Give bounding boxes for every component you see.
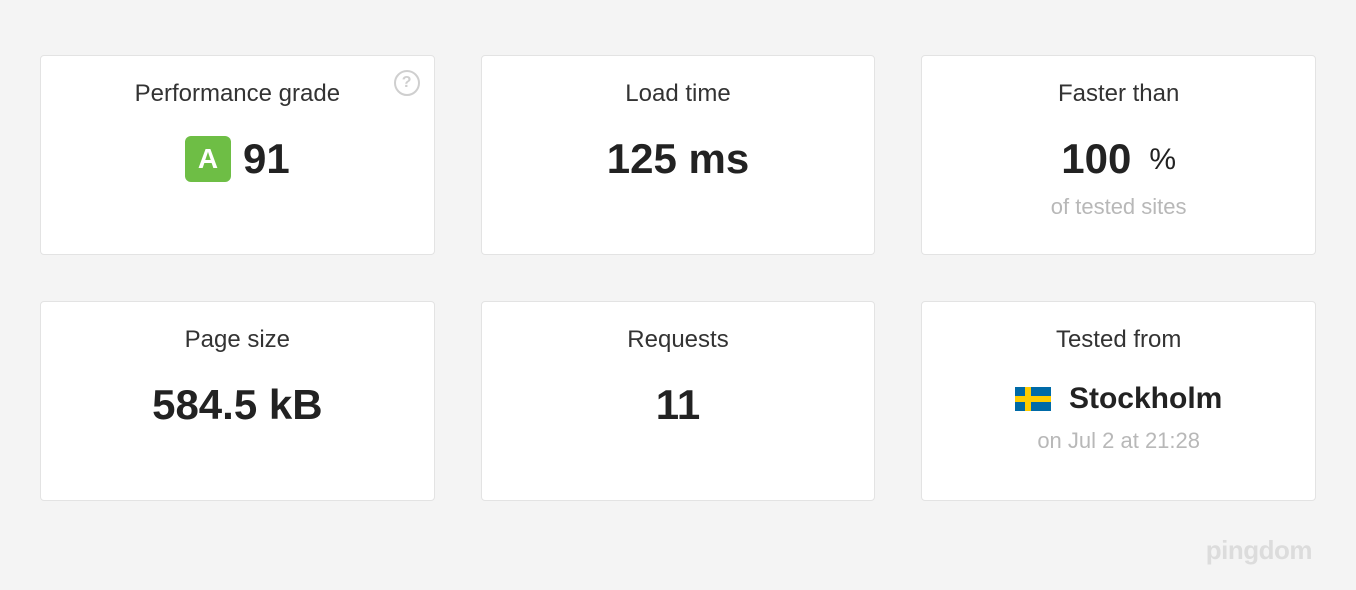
card-value: 100%	[1061, 136, 1176, 182]
card-title: Faster than	[1058, 80, 1179, 108]
help-icon[interactable]: ?	[394, 70, 420, 96]
location-name: Stockholm	[1069, 382, 1222, 416]
faster-unit: %	[1149, 143, 1176, 176]
card-requests: Requests 11	[481, 301, 876, 501]
card-title: Tested from	[1056, 326, 1181, 354]
card-title: Performance grade	[135, 80, 340, 108]
card-faster-than: Faster than 100% of tested sites	[921, 55, 1316, 255]
card-page-size: Page size 584.5 kB	[40, 301, 435, 501]
card-title: Requests	[627, 326, 728, 354]
card-tested-from: Tested from Stockholm on Jul 2 at 21:28	[921, 301, 1316, 501]
card-title: Load time	[625, 80, 730, 108]
metrics-grid: ? Performance grade A 91 Load time 125 m…	[40, 55, 1316, 501]
grade-badge: A	[185, 136, 231, 182]
brand-logo: pingdom	[1206, 535, 1312, 566]
location-row: Stockholm	[1015, 382, 1222, 416]
card-value: 584.5 kB	[152, 382, 322, 428]
card-value: 11	[656, 382, 700, 428]
card-performance-grade: ? Performance grade A 91	[40, 55, 435, 255]
card-load-time: Load time 125 ms	[481, 55, 876, 255]
sweden-flag-icon	[1015, 387, 1051, 411]
grade-score: 91	[243, 136, 290, 182]
faster-value: 100	[1061, 136, 1131, 182]
card-title: Page size	[185, 326, 290, 354]
card-value: A 91	[185, 136, 290, 182]
card-subtext: of tested sites	[1051, 194, 1187, 220]
card-subtext: on Jul 2 at 21:28	[1037, 428, 1200, 454]
card-value: 125 ms	[607, 136, 749, 182]
